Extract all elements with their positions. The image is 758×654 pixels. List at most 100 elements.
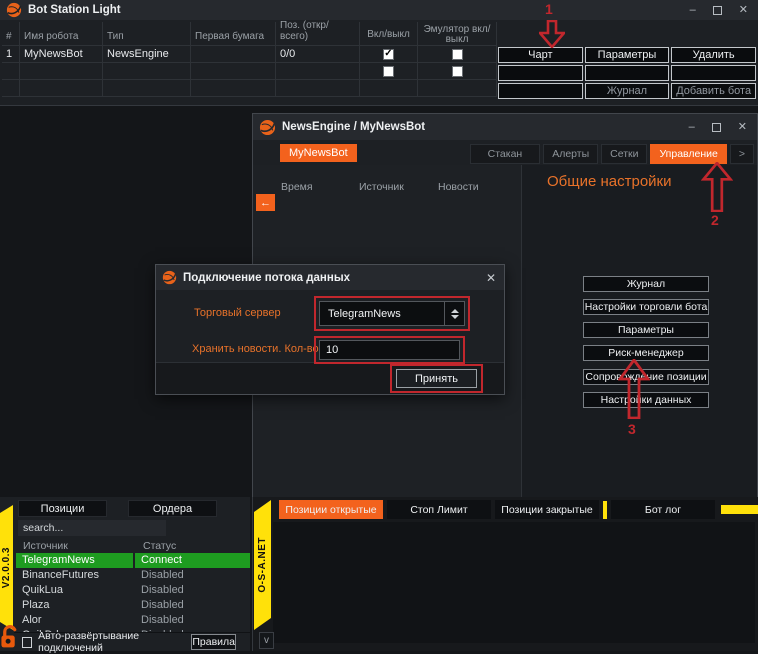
connection-row[interactable]: BinanceFutures Disabled <box>16 568 250 583</box>
app-logo-icon <box>259 119 276 135</box>
main-titlebar: Bot Station Light – ✕ <box>0 0 758 20</box>
source-col-header: Источник <box>23 540 68 552</box>
tab-grids[interactable]: Сетки <box>601 144 648 164</box>
data-settings-button[interactable]: Настройки данных <box>583 392 709 408</box>
empty-cell <box>2 63 20 80</box>
server-label: Торговый сервер <box>194 307 281 319</box>
connection-row[interactable]: Plaza Disabled <box>16 598 250 613</box>
minimize-icon[interactable]: – <box>690 4 696 16</box>
bot-row-num: 1 <box>2 46 20 63</box>
close-icon[interactable]: ✕ <box>738 121 747 133</box>
main-window: Bot Station Light – ✕ # Имя робота Тип П… <box>0 0 758 106</box>
maximize-icon[interactable] <box>712 5 722 15</box>
connections-list: TelegramNews Connect BinanceFutures Disa… <box>16 553 250 633</box>
data-stream-dialog: Подключение потока данных ✕ Торговый сер… <box>155 264 505 395</box>
news-col-source: Источник <box>359 181 404 193</box>
yellow-bar <box>721 505 758 514</box>
positions-tabs: Позиции открытые Стоп Лимит Позиции закр… <box>279 500 758 519</box>
rules-button[interactable]: Правила <box>191 634 236 650</box>
connection-status: Disabled <box>141 569 184 581</box>
yellow-separator <box>603 500 607 519</box>
newsengine-titlebar: NewsEngine / MyNewsBot – ✕ <box>253 114 757 140</box>
news-col-news: Новости <box>438 181 479 193</box>
parameters-button[interactable]: Параметры <box>584 47 670 63</box>
connection-status: Connect <box>135 553 250 568</box>
bot-action-buttons: Чарт Параметры Удалить Журнал Добавить б… <box>498 47 756 99</box>
emulator-checkbox-unchecked[interactable] <box>451 65 463 77</box>
collapse-panel-button[interactable]: ← <box>256 194 275 211</box>
positions-content <box>273 522 755 643</box>
status-col-header: Статус <box>143 540 177 552</box>
journal-button[interactable]: Журнал <box>584 83 670 99</box>
position-support-button[interactable]: Сопровождение позиции <box>583 369 709 385</box>
dialog-title: Подключение потока данных <box>183 271 351 284</box>
tab-glass[interactable]: Стакан <box>469 144 541 164</box>
app-logo-icon <box>6 2 22 18</box>
tab-manage[interactable]: Управление <box>650 144 727 164</box>
collapse-button[interactable]: v <box>259 632 274 649</box>
connection-row[interactable]: QuikLua Disabled <box>16 583 250 598</box>
minimize-icon[interactable]: – <box>689 121 695 133</box>
spinner-down-icon <box>450 314 459 319</box>
news-col-time: Время <box>281 181 313 193</box>
auto-expand-checkbox[interactable] <box>22 636 33 648</box>
news-count-label: Хранить новости. Кол-во <box>192 343 319 355</box>
connection-row[interactable]: TelegramNews Connect <box>16 553 250 568</box>
col-header-pos: Поз. (откр/всего) <box>276 20 360 46</box>
maximize-icon[interactable] <box>711 122 721 132</box>
connection-row[interactable]: Alor Disabled <box>16 613 250 628</box>
brand-label: O-S-A.NET <box>257 537 268 593</box>
chart-button[interactable]: Чарт <box>498 47 583 63</box>
close-icon[interactable]: ✕ <box>486 271 498 285</box>
empty-cell <box>103 80 191 97</box>
onoff-checkbox-checked[interactable]: ✓ <box>383 48 394 60</box>
emulator-checkbox-unchecked[interactable] <box>451 48 463 60</box>
spinner-icons[interactable] <box>444 302 464 325</box>
empty-button <box>498 65 583 81</box>
connections-bottombar: Авто-развёртывание подключений Правила <box>14 630 250 654</box>
connection-status: Disabled <box>141 614 184 626</box>
col-header-onoff: Вкл/выкл <box>360 22 418 46</box>
tab-alerts[interactable]: Алерты <box>543 144 599 164</box>
empty-cell <box>276 80 360 97</box>
connection-source: Alor <box>22 614 42 626</box>
tab-more[interactable]: > <box>729 144 754 164</box>
news-count-input[interactable] <box>319 340 460 360</box>
dialog-titlebar: Подключение потока данных ✕ <box>156 265 504 290</box>
empty-button <box>584 65 670 81</box>
empty-cell <box>360 80 418 97</box>
bot-row-name[interactable]: MyNewsBot <box>20 46 103 63</box>
trade-server-select[interactable]: TelegramNews <box>319 301 465 326</box>
search-input[interactable] <box>18 520 166 536</box>
tab-positions[interactable]: Позиции <box>18 500 107 517</box>
empty-cell <box>20 80 103 97</box>
empty-cell <box>418 80 497 97</box>
delete-button[interactable]: Удалить <box>671 47 756 63</box>
empty-cell <box>20 63 103 80</box>
auto-expand-label: Авто-развёртывание подключений <box>38 630 140 654</box>
bots-table: # Имя робота Тип Первая бумага Поз. (отк… <box>2 20 497 97</box>
add-bot-button[interactable]: Добавить бота <box>671 83 756 99</box>
onoff-checkbox-unchecked[interactable] <box>383 65 394 77</box>
risk-manager-button[interactable]: Риск-менеджер <box>583 345 709 361</box>
connection-status: Disabled <box>141 599 184 611</box>
connection-source: Plaza <box>22 599 50 611</box>
close-icon[interactable]: ✕ <box>739 4 748 16</box>
positions-panel: O-S-A.NET Позиции открытые Стоп Лимит По… <box>252 497 758 651</box>
tab-bot-log[interactable]: Бот лог <box>611 500 715 519</box>
tab-open-positions[interactable]: Позиции открытые <box>279 500 383 519</box>
accept-button[interactable]: Принять <box>396 369 477 388</box>
empty-button <box>498 83 583 99</box>
parameters-settings-button[interactable]: Параметры <box>583 322 709 338</box>
tab-mynewsbot[interactable]: MyNewsBot <box>280 144 357 162</box>
col-header-name: Имя робота <box>20 22 103 46</box>
tab-closed-positions[interactable]: Позиции закрытые <box>495 500 599 519</box>
connection-source: BinanceFutures <box>22 569 100 581</box>
tab-orders[interactable]: Ордера <box>128 500 217 517</box>
tab-stop-limit[interactable]: Стоп Лимит <box>387 500 491 519</box>
col-header-emulator: Эмулятор вкл/выкл <box>418 22 497 46</box>
journal-settings-button[interactable]: Журнал <box>583 276 709 292</box>
bot-row-paper <box>191 46 276 63</box>
bot-trade-settings-button[interactable]: Настройки торговли бота <box>583 299 709 315</box>
empty-cell <box>103 63 191 80</box>
